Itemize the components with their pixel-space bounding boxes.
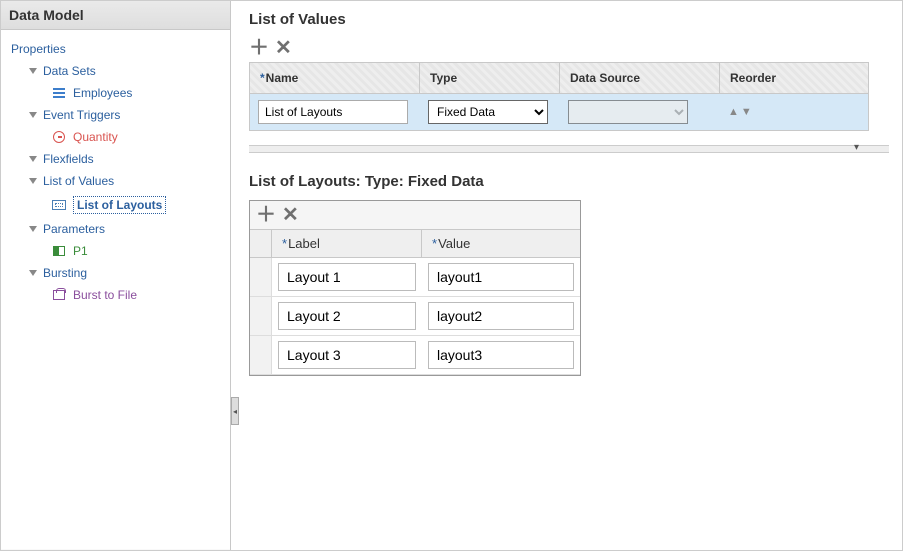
lov-icon	[51, 198, 67, 212]
tree-label: Employees	[73, 86, 132, 100]
tree-label: Bursting	[43, 266, 87, 280]
type-select[interactable]: Fixed Data	[428, 100, 548, 124]
tree-leaf-burst-to-file[interactable]: Burst to File	[11, 284, 230, 306]
tree-label: Burst to File	[73, 288, 137, 302]
add-icon[interactable]: ＋	[249, 38, 269, 58]
tree-label: Flexfields	[43, 152, 94, 166]
delete-icon[interactable]: ✕	[275, 38, 292, 58]
fixed-data-row[interactable]	[250, 258, 580, 297]
tree-node-event-triggers[interactable]: Event Triggers	[11, 104, 230, 126]
section-heading: List of Values	[249, 11, 882, 28]
add-icon[interactable]: ＋	[256, 205, 276, 225]
row-handle[interactable]	[250, 336, 272, 374]
fixed-data-grid: ＋ ✕ Label Value	[249, 200, 581, 376]
collapse-icon	[29, 270, 37, 276]
tree-leaf-p1[interactable]: P1	[11, 240, 230, 262]
row-handle[interactable]	[250, 297, 272, 335]
delete-icon[interactable]: ✕	[282, 205, 299, 225]
tree-node-flexfields[interactable]: Flexfields	[11, 148, 230, 170]
collapse-icon	[29, 178, 37, 184]
sidebar-title: Data Model	[1, 1, 230, 30]
row-handle[interactable]	[250, 258, 272, 296]
sub-heading: List of Layouts: Type: Fixed Data	[249, 173, 882, 190]
clock-icon	[51, 130, 67, 144]
tree-node-list-of-values[interactable]: List of Values	[11, 170, 230, 192]
fixed-data-row[interactable]	[250, 297, 580, 336]
fixed-data-toolbar: ＋ ✕	[250, 201, 580, 230]
data-source-select	[568, 100, 688, 124]
col-value: Value	[422, 230, 580, 258]
col-type: Type	[420, 63, 560, 94]
col-label: Label	[272, 230, 422, 258]
lov-toolbar: ＋ ✕	[249, 38, 882, 58]
label-input[interactable]	[278, 263, 416, 291]
collapse-icon	[29, 112, 37, 118]
param-icon	[51, 244, 67, 258]
value-input[interactable]	[428, 263, 574, 291]
tree-leaf-list-of-layouts[interactable]: List of Layouts	[11, 192, 230, 218]
tree-label: Quantity	[73, 130, 118, 144]
tree-label: Data Sets	[43, 64, 96, 78]
lov-grid: Name Type Data Source Reorder Fixed Data	[249, 62, 869, 131]
col-name: Name	[250, 63, 420, 94]
col-reorder: Reorder	[720, 63, 868, 94]
tree-label: P1	[73, 244, 88, 258]
reorder-controls[interactable]: ▲ ▼	[728, 106, 860, 118]
collapse-icon	[29, 226, 37, 232]
tree-label: List of Values	[43, 174, 114, 188]
horizontal-splitter[interactable]	[249, 145, 889, 153]
value-input[interactable]	[428, 302, 574, 330]
tree-label-selected: List of Layouts	[73, 196, 166, 214]
burst-icon	[51, 288, 67, 302]
tree-label: Event Triggers	[43, 108, 120, 122]
dataset-icon	[51, 86, 67, 100]
main-panel: List of Values ＋ ✕ Name Type Data Source…	[231, 1, 902, 550]
move-up-icon[interactable]: ▲	[728, 106, 739, 118]
tree-node-bursting[interactable]: Bursting	[11, 262, 230, 284]
fixed-data-row[interactable]	[250, 336, 580, 375]
label-input[interactable]	[278, 302, 416, 330]
tree-label: Properties	[11, 42, 66, 56]
lov-row[interactable]: Fixed Data ▲ ▼	[250, 94, 868, 130]
tree-leaf-employees[interactable]: Employees	[11, 82, 230, 104]
move-down-icon[interactable]: ▼	[741, 106, 752, 118]
name-input[interactable]	[258, 100, 408, 124]
tree-label: Parameters	[43, 222, 105, 236]
col-data-source: Data Source	[560, 63, 720, 94]
tree-node-parameters[interactable]: Parameters	[11, 218, 230, 240]
label-input[interactable]	[278, 341, 416, 369]
value-input[interactable]	[428, 341, 574, 369]
col-handle	[250, 230, 272, 258]
collapse-icon	[29, 68, 37, 74]
tree-node-data-sets[interactable]: Data Sets	[11, 60, 230, 82]
tree: Properties Data Sets Employees Event Tri…	[1, 30, 230, 549]
collapse-icon	[29, 156, 37, 162]
sidebar: Data Model Properties Data Sets Employee…	[1, 1, 231, 550]
tree-leaf-quantity[interactable]: Quantity	[11, 126, 230, 148]
vertical-splitter-handle[interactable]: ◂	[231, 397, 239, 425]
tree-root-properties[interactable]: Properties	[11, 38, 230, 60]
